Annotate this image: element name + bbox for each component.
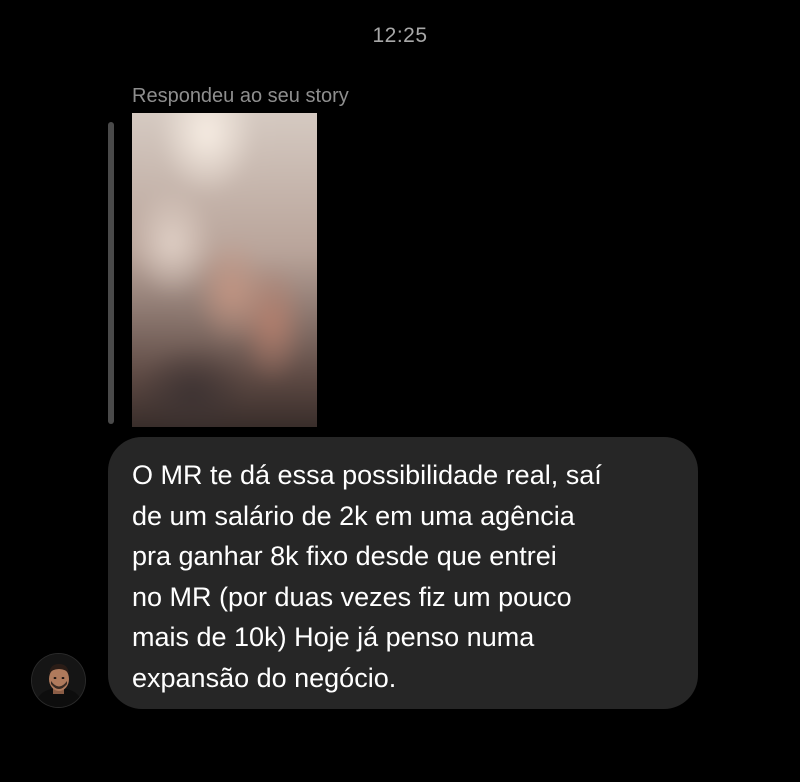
story-reply-label: Respondeu ao seu story [132,85,349,107]
story-thumbnail-image [132,113,317,427]
sender-avatar[interactable] [32,654,85,707]
story-thumbnail[interactable] [132,113,317,427]
message-text: O MR te dá essa possibilidade real, saí … [132,460,602,693]
person-avatar-icon [32,654,85,707]
message-bubble[interactable]: O MR te dá essa possibilidade real, saí … [108,437,698,709]
reply-indicator-bar [108,122,114,424]
message-timestamp: 12:25 [372,24,428,47]
